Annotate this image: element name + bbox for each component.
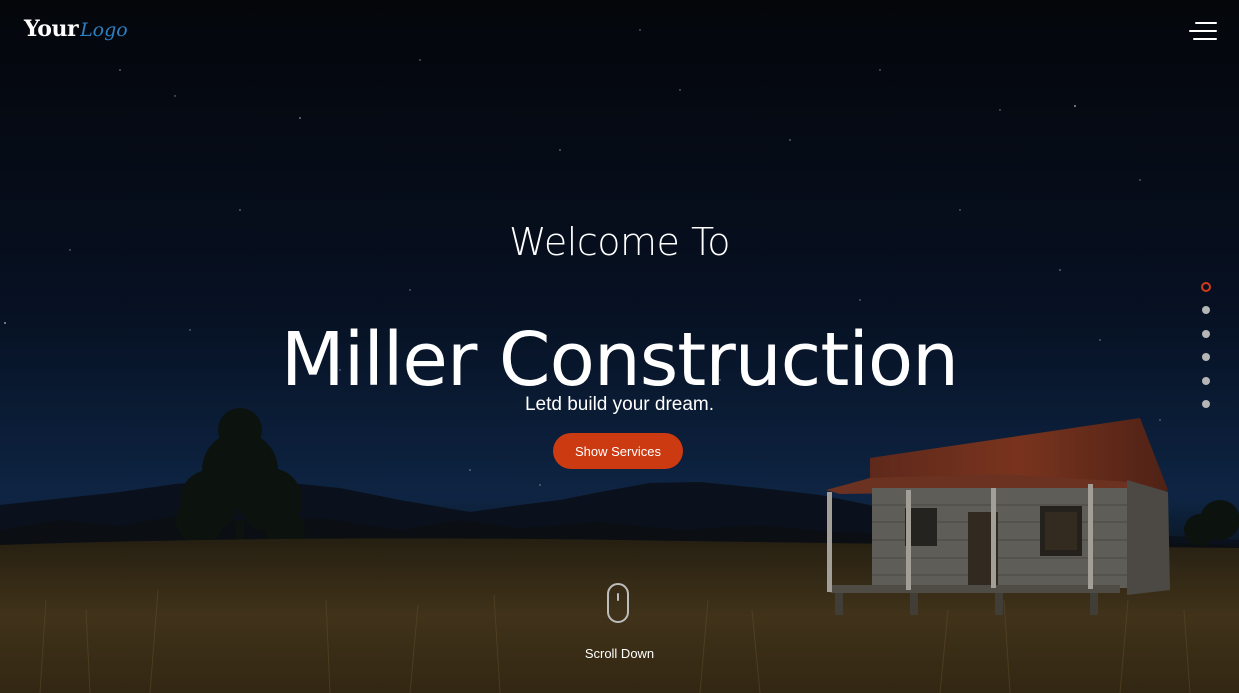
pagination-dot-6[interactable] [1202, 400, 1210, 408]
menu-line [1193, 38, 1217, 40]
pagination-dot-5[interactable] [1202, 377, 1210, 385]
mouse-scroll-icon[interactable] [607, 583, 629, 623]
site-logo[interactable]: Your Logo [24, 16, 128, 42]
menu-line [1195, 22, 1217, 24]
hamburger-menu-icon[interactable] [1189, 22, 1217, 42]
pagination-dot-1[interactable] [1201, 282, 1211, 292]
logo-text-bold: Your [24, 16, 79, 42]
pagination-dot-3[interactable] [1202, 330, 1210, 338]
scroll-down-label[interactable]: Scroll Down [0, 646, 1239, 661]
hero-tagline: Letd build your dream. [524, 394, 715, 415]
logo-text-script: Logo [80, 19, 128, 41]
hero-welcome-text: Welcome To [509, 220, 730, 264]
menu-line [1189, 30, 1217, 32]
show-services-button[interactable]: Show Services [553, 433, 683, 469]
pagination-dot-2[interactable] [1202, 306, 1210, 314]
pagination-dot-4[interactable] [1202, 353, 1210, 361]
